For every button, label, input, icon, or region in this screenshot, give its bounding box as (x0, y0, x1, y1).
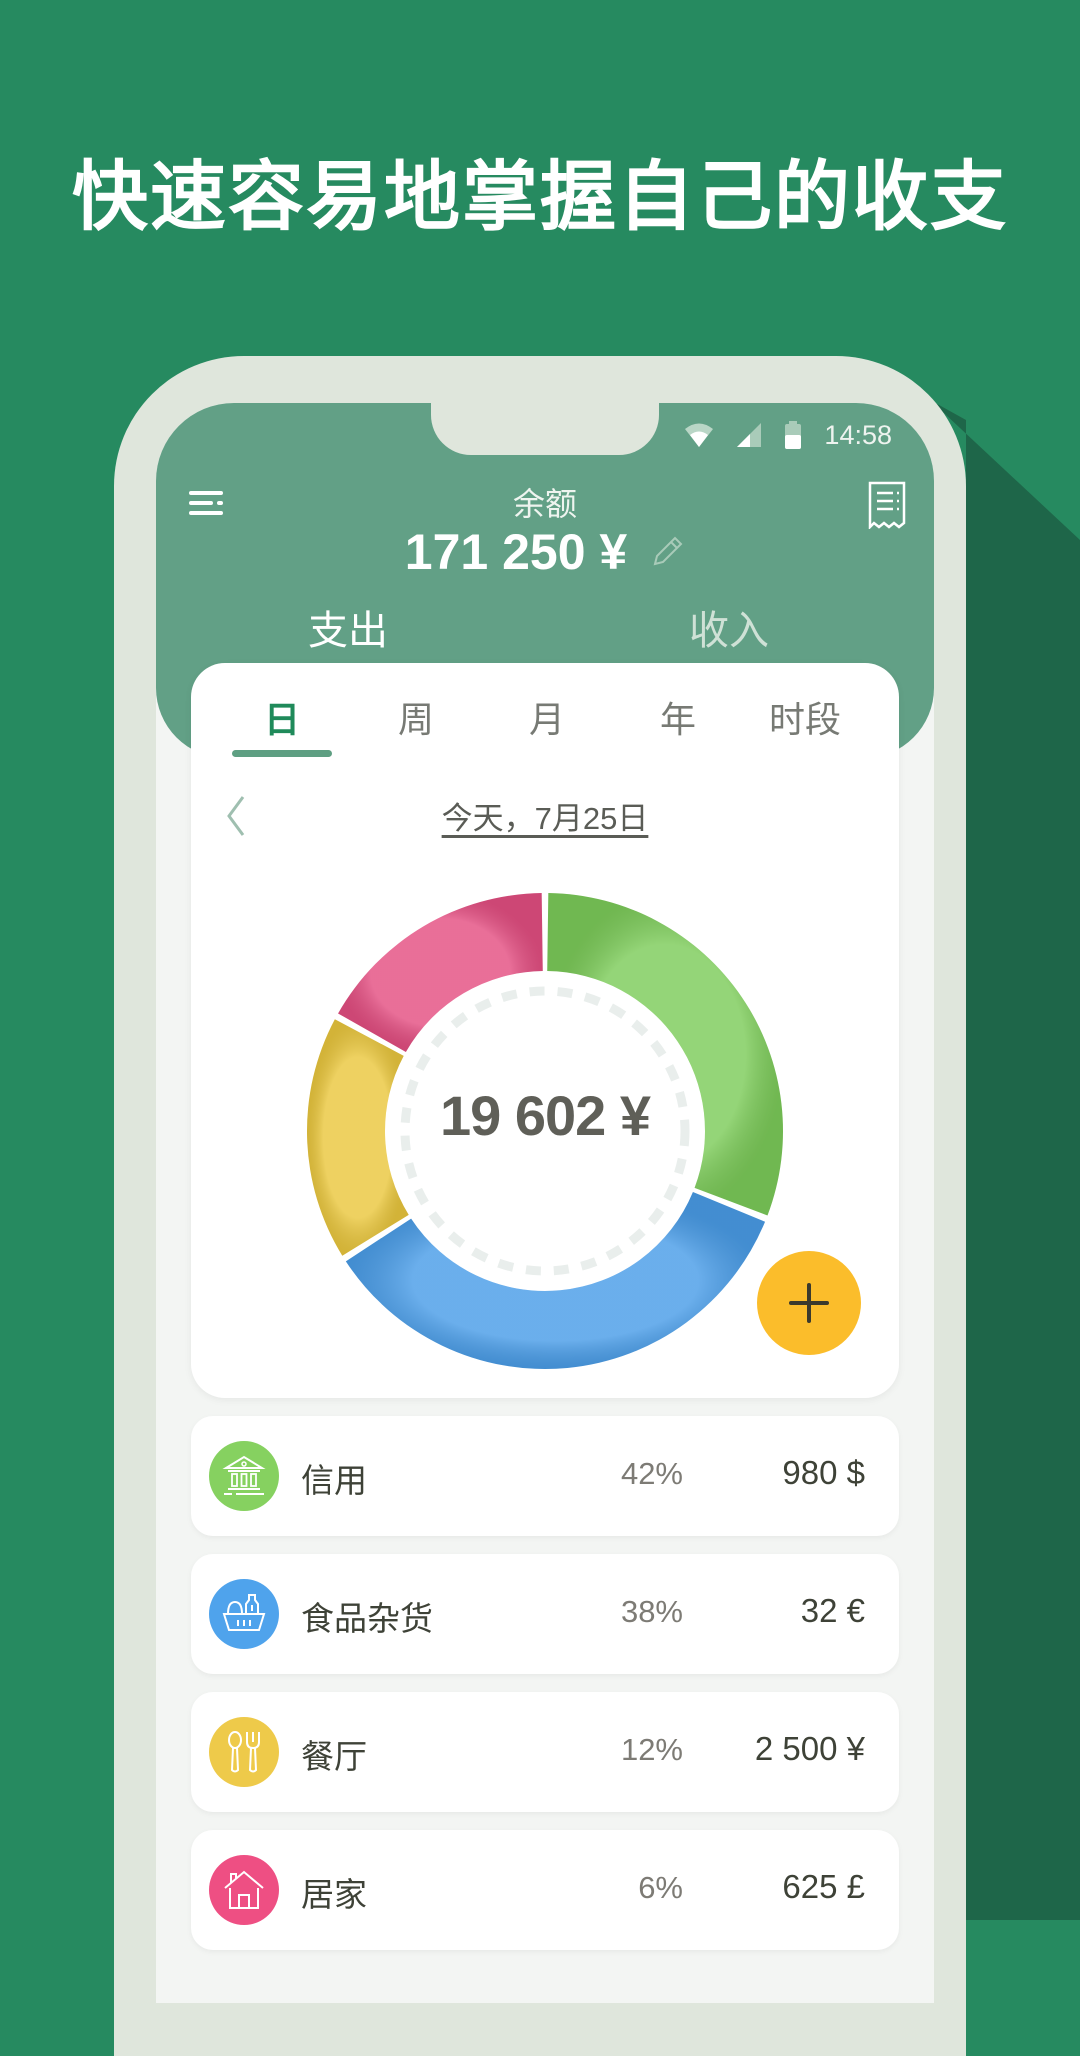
category-name: 居家 (301, 1876, 367, 1913)
type-tabs: 支出 收入 (156, 598, 934, 658)
category-icon-badge (209, 1441, 279, 1511)
camera-notch (431, 403, 659, 455)
tab-period[interactable]: 时段 (769, 691, 841, 743)
donut-total: 19 602 ¥ (440, 1084, 651, 1147)
category-row-groceries[interactable]: 食品杂货 38% 32 € (191, 1554, 899, 1674)
category-percent: 12% (620, 1732, 683, 1767)
category-row-restaurant[interactable]: 餐厅 12% 2 500 ¥ (191, 1692, 899, 1812)
pencil-icon[interactable] (649, 534, 685, 570)
category-row-home[interactable]: 居家 6% 625 £ (191, 1830, 899, 1950)
status-time: 14:58 (824, 419, 892, 450)
balance-value: 171 250 ¥ (404, 524, 628, 580)
category-percent: 38% (620, 1594, 683, 1629)
balance-row: 171 250 ¥ (156, 523, 934, 581)
category-row-credit[interactable]: 信用 42% 980 $ (191, 1416, 899, 1536)
category-amount: 980 $ (782, 1454, 865, 1491)
tab-expense[interactable]: 支出 (308, 598, 388, 656)
donut-segment-shade (345, 1191, 766, 1369)
active-tab-indicator (232, 750, 332, 757)
tab-year[interactable]: 年 (660, 691, 696, 743)
bank-icon (222, 1455, 266, 1495)
category-icon-badge (209, 1579, 279, 1649)
category-name: 食品杂货 (301, 1600, 433, 1637)
category-percent: 6% (638, 1870, 683, 1905)
app-screen: 14:58 余额 171 250 ¥ 支出 收入 日 周 月 年 时段 今天，7… (156, 403, 934, 2003)
status-bar: 14:58 (684, 415, 892, 455)
promo-headline: 快速容易地掌握自己的收支 (72, 152, 1008, 241)
tab-income[interactable]: 收入 (689, 598, 769, 656)
balance-label: 余额 (512, 486, 577, 522)
category-amount: 2 500 ¥ (754, 1730, 865, 1767)
period-tabs: 日 周 月 年 时段 (191, 663, 899, 757)
date-navigator: 今天，7月25日 (191, 791, 899, 841)
battery-icon (785, 421, 802, 449)
category-icon-badge (209, 1717, 279, 1787)
cell-signal-icon (737, 423, 762, 447)
donut-segment-shade (338, 893, 543, 1052)
date-label[interactable]: 今天，7月25日 (191, 793, 899, 838)
plus-icon (789, 1283, 829, 1323)
wifi-icon (685, 423, 714, 447)
tab-week[interactable]: 周 (398, 691, 434, 743)
category-icon-badge (209, 1855, 279, 1925)
donut-segment-shade (547, 893, 783, 1216)
summary-card: 日 周 月 年 时段 今天，7月25日 19 602 ¥ (191, 663, 899, 1398)
category-amount: 32 € (800, 1592, 865, 1629)
category-list: 信用 42% 980 $ 食品杂货 38% 32 € 餐厅 12% 2 500 … (191, 1416, 899, 1968)
category-percent: 42% (620, 1456, 683, 1491)
house-icon (224, 1870, 264, 1909)
category-name: 信用 (301, 1462, 367, 1499)
category-name: 餐厅 (301, 1738, 367, 1775)
grocery-basket-icon (222, 1594, 266, 1631)
category-amount: 625 £ (782, 1868, 865, 1905)
tab-day[interactable]: 日 (264, 691, 300, 743)
tab-month[interactable]: 月 (529, 691, 565, 743)
cutlery-icon (228, 1731, 260, 1773)
add-transaction-button[interactable] (757, 1251, 861, 1355)
